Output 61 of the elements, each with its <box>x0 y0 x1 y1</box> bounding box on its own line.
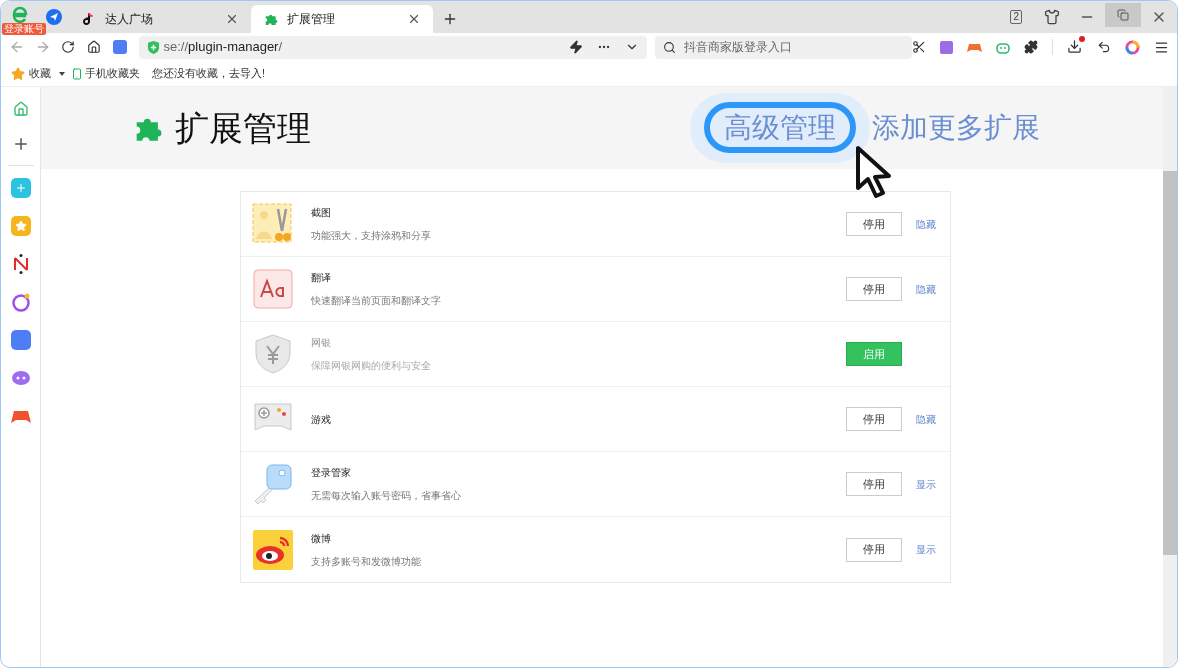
reload-icon[interactable] <box>60 40 75 54</box>
star-app-icon[interactable] <box>10 216 31 236</box>
colorful-ring-icon[interactable] <box>1125 39 1140 55</box>
extension-name: 截图 <box>310 206 332 220</box>
browser-tab[interactable]: 扩展管理 <box>251 5 433 33</box>
shirt-icon[interactable] <box>1044 9 1060 25</box>
visibility-link[interactable]: 显示 <box>915 542 936 557</box>
toggle-button[interactable]: 停用 <box>845 407 902 431</box>
search-icon <box>663 40 677 54</box>
caret-icon[interactable] <box>59 71 65 76</box>
bookmark-item[interactable]: 手机收藏夹 <box>85 65 140 82</box>
scissors-icon[interactable] <box>912 40 926 54</box>
robot-icon[interactable] <box>996 40 1010 54</box>
download-icon[interactable] <box>1067 39 1083 55</box>
visibility-link[interactable]: 隐藏 <box>915 411 936 427</box>
visibility-link[interactable]: 隐藏 <box>915 281 936 297</box>
visibility-link[interactable]: 显示 <box>915 476 936 492</box>
scrollbar[interactable] <box>1163 87 1177 667</box>
close-icon[interactable] <box>225 12 239 26</box>
eye-logo-icon <box>251 528 294 571</box>
restore-icon <box>1117 9 1129 21</box>
send-icon[interactable] <box>46 9 62 25</box>
toggle-button[interactable]: 停用 <box>845 212 902 236</box>
page-title: 扩展管理 <box>175 107 311 149</box>
menu-icon[interactable] <box>1154 39 1169 55</box>
extension-description: 支持多账号和发微博功能 <box>310 554 422 569</box>
extension-description: 保障网银网购的便利与安全 <box>310 359 432 373</box>
tab-title: 达人广场 <box>105 11 154 28</box>
url-text: se://plugin-manager/ <box>163 38 283 57</box>
extension-description: 功能强大，支持涂鸦和分享 <box>310 229 432 243</box>
search-field[interactable]: 抖音商家版登录入口 <box>655 35 912 59</box>
extension-name: 微博 <box>310 531 332 546</box>
phone-icon <box>71 67 83 80</box>
undo-icon[interactable] <box>1097 40 1111 54</box>
extension-name: 网银 <box>310 336 332 350</box>
ring-ai-icon[interactable] <box>10 292 31 312</box>
extension-name: 登录管家 <box>310 466 352 480</box>
tab-count[interactable]: 2 <box>1010 10 1022 24</box>
bookmark-item[interactable]: 收藏 <box>29 65 51 82</box>
robot-app-icon[interactable] <box>10 368 31 388</box>
puzzle-icon[interactable] <box>1024 40 1038 54</box>
browser-tab[interactable]: 达人广场 <box>69 5 251 33</box>
shield-icon <box>146 40 160 54</box>
bookmark-hint[interactable]: 您还没有收藏，去导入! <box>152 65 266 82</box>
toggle-button[interactable]: 停用 <box>845 472 902 496</box>
close-icon[interactable] <box>407 12 421 26</box>
address-bar[interactable]: se://plugin-manager/ <box>138 35 648 59</box>
visibility-link[interactable]: 隐藏 <box>915 216 936 232</box>
new-tab-icon[interactable] <box>442 11 458 27</box>
home-icon[interactable] <box>86 40 101 54</box>
toggle-button[interactable]: 停用 <box>845 277 902 301</box>
extension-name: 翻译 <box>310 271 332 285</box>
star-icon <box>11 66 25 81</box>
extension-description: 快速翻译当前页面和翻译文字 <box>310 294 442 308</box>
browser-logo-icon[interactable] <box>10 5 30 25</box>
lightning-icon[interactable] <box>569 40 584 54</box>
extension-name: 游戏 <box>310 412 332 427</box>
tab-title: 扩展管理 <box>287 11 336 28</box>
scissors-picture-icon <box>251 203 294 245</box>
toggle-button[interactable]: 停用 <box>845 537 902 562</box>
extension-description: 无需每次输入账号密码，省事省心 <box>310 489 462 503</box>
